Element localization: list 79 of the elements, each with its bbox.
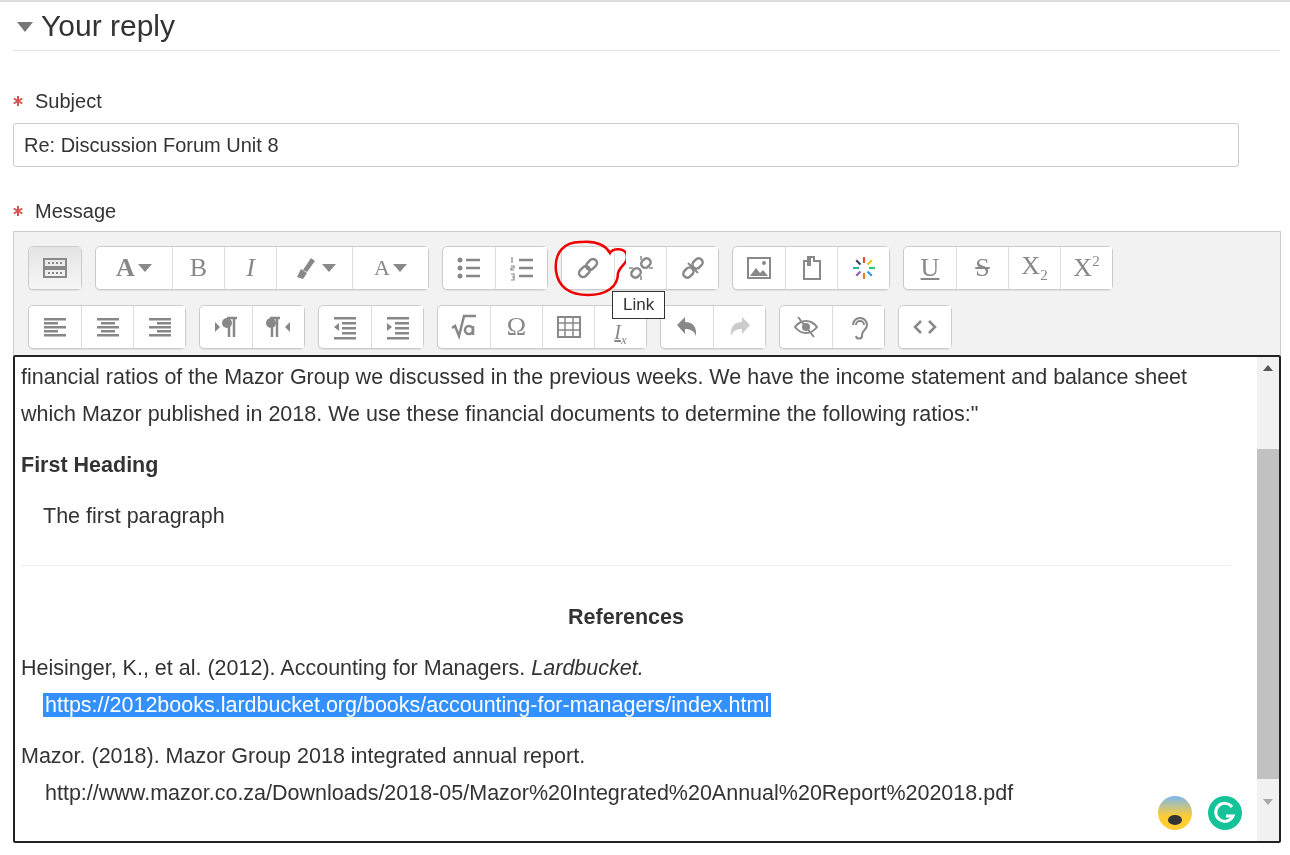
toolbar-button[interactable]: S <box>956 247 1008 289</box>
section-title: Your reply <box>41 9 175 43</box>
subscript-icon: X$_{2}$ <box>1021 251 1048 285</box>
heading-text: First Heading <box>21 452 160 479</box>
underline-icon: U <box>920 253 940 283</box>
toolbar-button[interactable] <box>200 306 252 348</box>
toolbar-button[interactable] <box>832 306 884 348</box>
toolbar-button[interactable] <box>542 306 594 348</box>
link-icon <box>575 255 601 281</box>
toolbar-button[interactable] <box>252 306 304 348</box>
caret-icon <box>137 264 152 272</box>
toolbar-button[interactable] <box>438 306 490 348</box>
toolbar-button[interactable]: X$^{2}$ <box>1060 247 1112 289</box>
toolbar-button[interactable] <box>443 247 495 289</box>
toolbar-button[interactable] <box>29 306 81 348</box>
toolbar-button[interactable]: B <box>172 247 224 289</box>
pilcrow-icon <box>265 314 292 340</box>
toolbar-button[interactable] <box>837 247 889 289</box>
toolbar-button[interactable] <box>276 247 352 289</box>
toolbar-button[interactable] <box>495 247 547 289</box>
hidden-eye-icon <box>793 314 819 340</box>
numbered-list-icon <box>508 255 535 281</box>
reference-text: Mazor. (2018). Mazor Group 2018 integrated annual report. <box>21 743 587 770</box>
toolbar-button[interactable] <box>661 306 713 348</box>
font-letter-icon: A <box>116 253 135 283</box>
toolbar-button[interactable] <box>29 247 81 289</box>
keyboard-icon <box>42 255 68 281</box>
square-root-icon <box>451 314 477 340</box>
toolbar-button[interactable] <box>899 306 951 348</box>
caret-icon <box>392 264 407 272</box>
font-letter-icon: A <box>374 255 390 281</box>
toolbar-button[interactable] <box>371 306 423 348</box>
scrollbar-thumb[interactable] <box>1257 449 1279 779</box>
caret-icon <box>322 264 336 272</box>
subject-field[interactable]: Re: Discussion Forum Unit 8 <box>13 123 1239 167</box>
table-icon <box>555 314 582 340</box>
bullet-list-icon <box>456 255 482 281</box>
italic-icon: I <box>246 253 255 283</box>
toolbar-button[interactable] <box>614 247 666 289</box>
toolbar-button[interactable]: A <box>96 247 172 289</box>
toolbar-button[interactable] <box>562 247 614 289</box>
toolbar-button[interactable] <box>81 306 133 348</box>
reference-url[interactable]: http://www.mazor.co.za/Downloads/2018-05/Mazor%20Integrated%20Annual%20Report%202018.pdf <box>43 781 1016 805</box>
field-label: Message <box>35 199 117 223</box>
toolbar-button[interactable]: Ω <box>490 306 542 348</box>
indent-icon <box>384 314 411 340</box>
paragraph: The first paragraph <box>42 503 226 530</box>
toolbar-button[interactable]: X$_{2}$ <box>1008 247 1060 289</box>
collapse-caret-icon[interactable] <box>17 20 33 32</box>
superscript-icon: X$^{2}$ <box>1073 253 1100 283</box>
scrollbar[interactable] <box>1257 357 1279 841</box>
editor-area[interactable] <box>13 355 1281 843</box>
toolbar-button[interactable]: I <box>224 247 276 289</box>
toolbar-button[interactable] <box>133 306 185 348</box>
reference-url[interactable]: https://2012books.lardbucket.org/books/accounting-for-managers/index.html <box>43 693 772 717</box>
image-icon <box>746 255 772 281</box>
tooltip: Link <box>612 291 666 319</box>
toolbar-button[interactable] <box>780 306 832 348</box>
strikethrough-icon: S <box>975 253 990 283</box>
field-label: Subject <box>35 89 102 113</box>
grammar-checker-icon[interactable] <box>1207 795 1243 831</box>
outdent-icon <box>332 314 358 340</box>
bold-icon: B <box>189 253 208 283</box>
reference-text: Heisinger, K., et al. (2012). Accounting for Managers. Lardbucket. <box>21 655 645 682</box>
toolbar-button[interactable] <box>733 247 785 289</box>
pilcrow-icon <box>213 314 239 340</box>
emoji-icon[interactable] <box>1157 795 1193 831</box>
broken-chain-icon <box>679 255 706 281</box>
toolbar-button[interactable] <box>666 247 718 289</box>
toolbar-button[interactable] <box>785 247 837 289</box>
broken-link-icon <box>627 255 654 281</box>
paragraph: financial ratios of the Mazor Group we discussed in the previous weeks. We have the income statement and balance sheet which Mazor published in 2018. We use these financial documents to determine the following ratios:" <box>21 364 1189 428</box>
references-heading: References <box>567 604 685 631</box>
omega-icon: Ω <box>506 312 527 342</box>
toolbar-button[interactable] <box>319 306 371 348</box>
sparkle-icon <box>850 255 877 281</box>
toolbar-button[interactable]: U <box>904 247 956 289</box>
clear-formatting-icon: I$_{x}$ <box>614 320 627 348</box>
toolbar-button[interactable]: A <box>352 247 428 289</box>
